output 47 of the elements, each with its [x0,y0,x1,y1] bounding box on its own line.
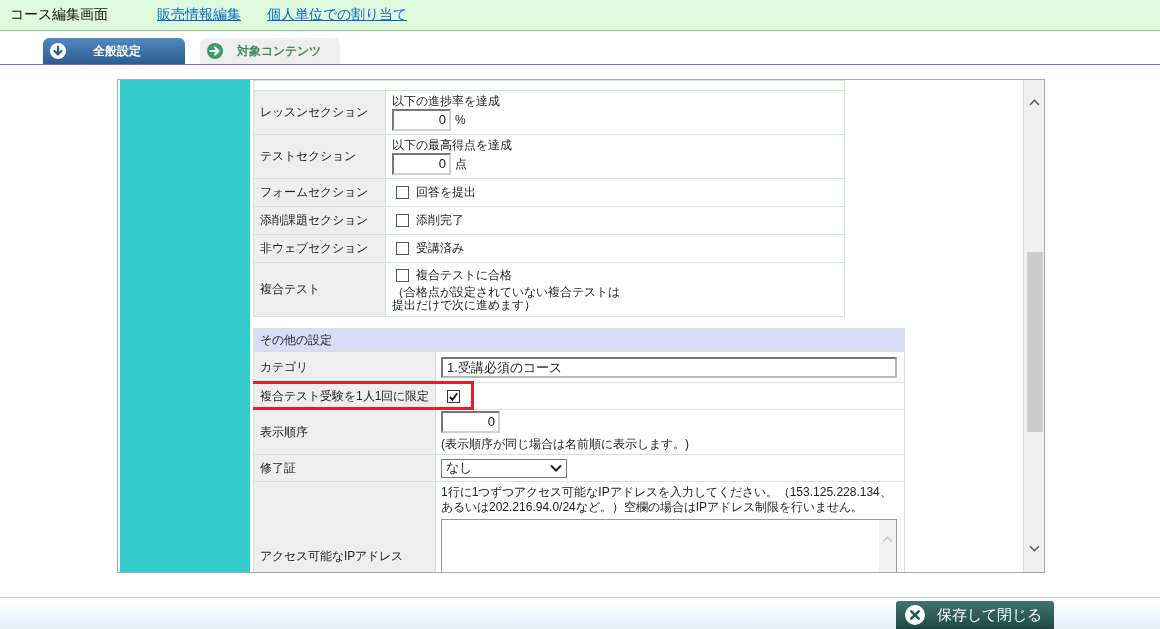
note-text: (表示順序が同じ場合は名前順に表示します。) [441,436,690,453]
page-title: コース編集画面 [10,6,108,24]
checkbox-label: 回答を提出 [416,184,476,201]
save-close-button[interactable]: 保存して閉じる [896,601,1054,629]
checkmark-icon [448,391,459,403]
condition-caption: 以下の最高得点を達成 [392,138,513,153]
scrollbar-thumb[interactable] [1027,252,1043,432]
row-label: テストセクション [253,134,386,179]
dropdown[interactable]: なし [441,458,567,478]
row-label: アクセス可能なIPアドレス [253,481,436,572]
row-label: レッスンセクション [253,90,386,135]
arrow-down-icon [50,43,66,59]
chevron-up-icon[interactable] [1028,98,1040,106]
number-field[interactable]: 0 [441,411,500,433]
checkbox[interactable] [447,390,460,404]
checkbox[interactable] [396,214,409,227]
header-link[interactable]: 販売情報編集 [157,6,241,24]
checkbox-label: 複合テストに合格 [416,267,512,284]
tab[interactable]: 対象コンテンツ [200,38,340,64]
checkbox[interactable] [396,242,409,255]
row-label: 複合テスト [253,262,386,317]
section-header: その他の設定 [253,328,905,352]
checkbox-label: 添削完了 [416,212,464,229]
row-label: 添削課題セクション [253,206,386,235]
number-field[interactable]: 0 [392,153,451,175]
condition-caption: 以下の進捗率を達成 [392,94,501,109]
note-text: （合格点が設定されていない複合テストは提出だけで次に進めます） [392,286,621,312]
instruction-text: 1行に1つずつアクセス可能なIPアドレスを入力してください。（153.125.228.134、あるいは202.216.94.0/24など。）空欄の場合はIPアドレス制限を行いません。 [441,485,893,515]
header-link[interactable]: 個人単位での割り当て [267,6,407,24]
checkbox[interactable] [396,186,409,199]
checkbox[interactable] [396,269,409,282]
row-label: 修了証 [253,454,436,482]
chevron-up-icon [882,536,893,543]
number-field[interactable]: 0 [392,109,451,131]
caret-icon [550,464,562,472]
row-label: 非ウェブセクション [253,234,386,263]
arrow-right-icon [207,43,223,59]
close-icon [905,605,925,625]
checkbox-label: 受講済み [416,240,464,257]
text-field[interactable]: 1.受講必須のコース [441,356,897,378]
tab[interactable]: 全般設定 [43,38,185,64]
unit-label: % [455,113,466,127]
row-label: 表示順序 [253,409,436,455]
chevron-down-icon[interactable] [1028,544,1040,552]
unit-label: 点 [455,155,467,173]
scrollbar[interactable] [1023,80,1044,572]
row-label: フォームセクション [253,178,386,207]
